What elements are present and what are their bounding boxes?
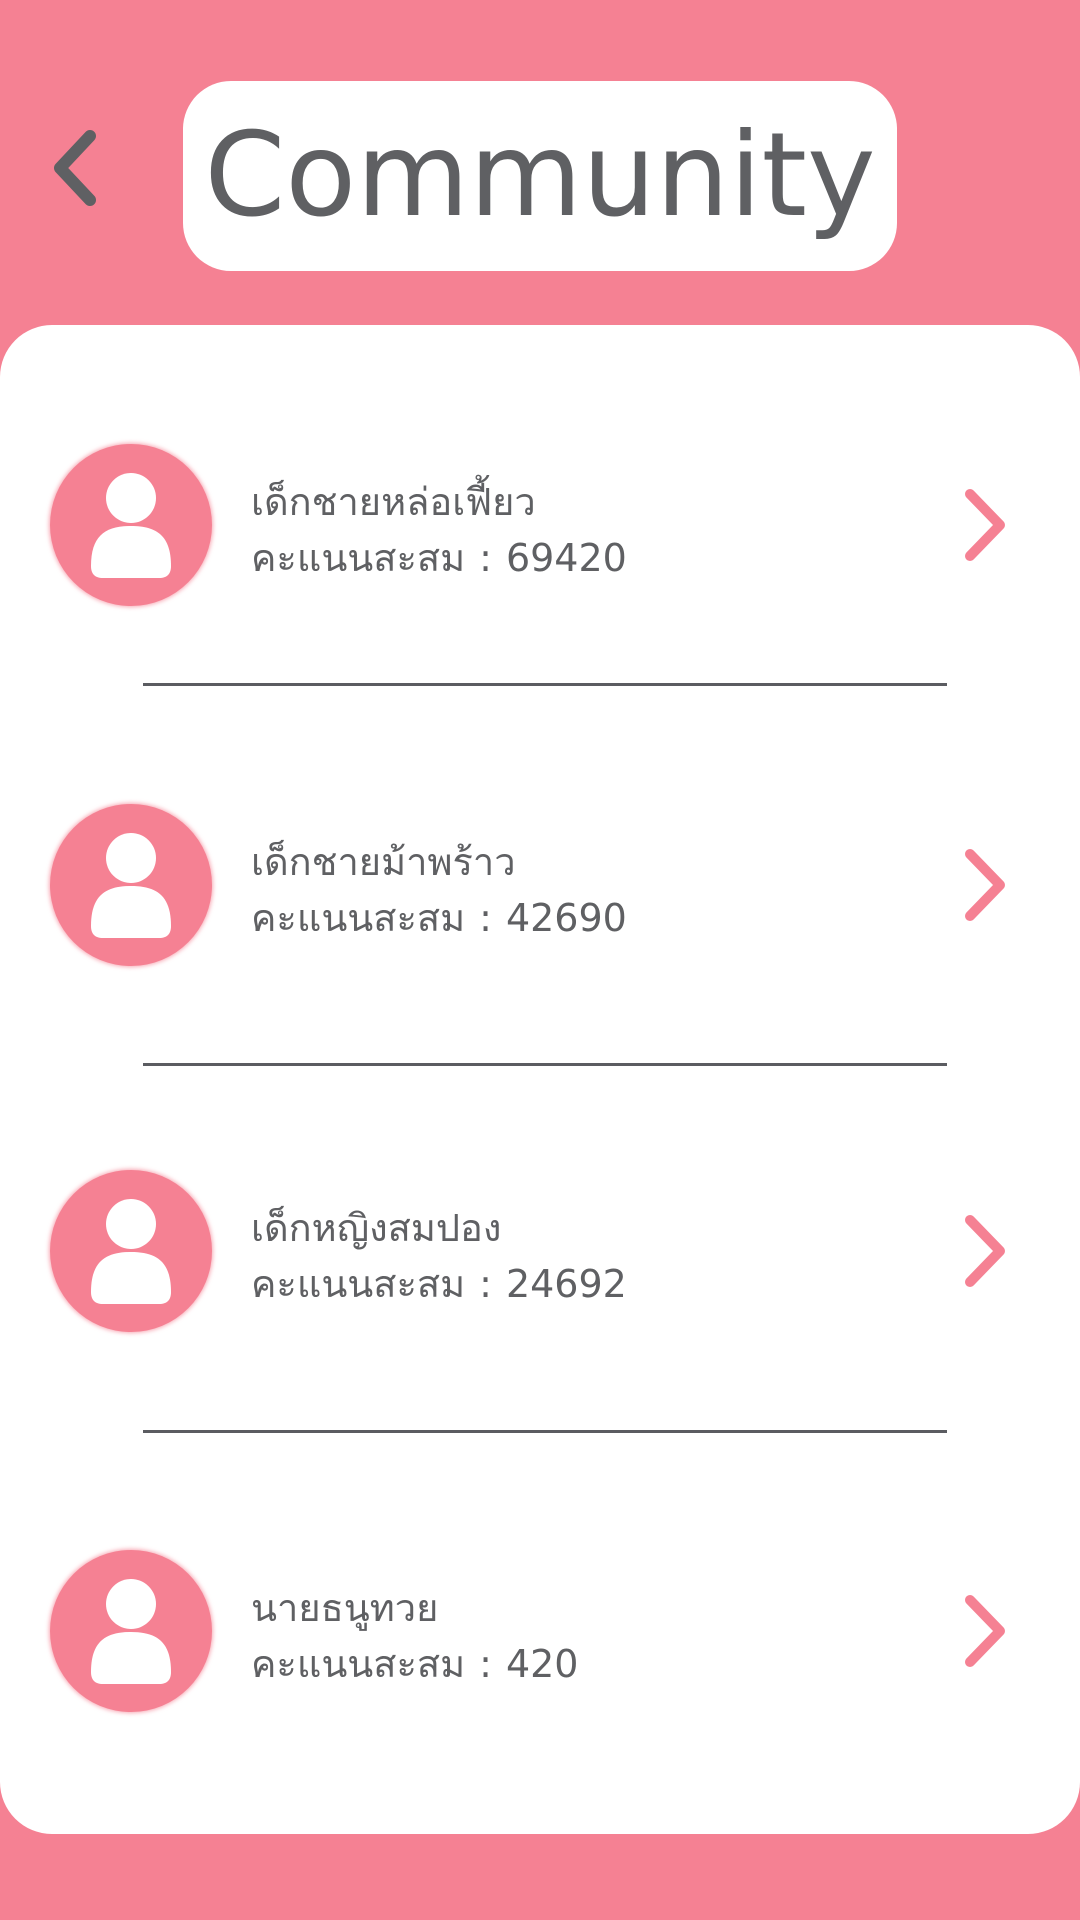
page-title: Community: [204, 108, 876, 243]
score-value: 420: [505, 1642, 579, 1686]
score-label: คะแนนสะสม: [251, 536, 466, 580]
member-info: เด็กชายม้าพร้าว คะแนนสะสม:42690: [251, 834, 901, 946]
member-row[interactable]: เด็กหญิงสมปอง คะแนนสะสม:24692: [0, 1170, 1080, 1340]
community-list-card: เด็กชายหล่อเฟี้ยว คะแนนสะสม:69420 เด็กชา…: [0, 325, 1080, 1834]
score-label: คะแนนสะสม: [251, 1262, 466, 1306]
user-avatar-icon: [50, 444, 212, 606]
score-separator: :: [479, 1262, 492, 1306]
chevron-right-icon[interactable]: [962, 1212, 1010, 1290]
member-row[interactable]: นายธนูทวย คะแนนสะสม:420: [0, 1550, 1080, 1720]
divider: [143, 1063, 947, 1066]
title-box: Community: [183, 81, 897, 271]
user-avatar-icon: [50, 1550, 212, 1712]
chevron-right-icon[interactable]: [962, 1592, 1010, 1670]
score-separator: :: [479, 536, 492, 580]
divider: [143, 683, 947, 686]
chevron-right-icon[interactable]: [962, 846, 1010, 924]
score-separator: :: [479, 1642, 492, 1686]
member-name: เด็กหญิงสมปอง: [251, 1206, 502, 1250]
divider: [143, 1430, 947, 1433]
score-value: 42690: [505, 896, 627, 940]
score-value: 69420: [505, 536, 627, 580]
member-name: เด็กชายหล่อเฟี้ยว: [251, 480, 536, 524]
chevron-right-icon[interactable]: [962, 486, 1010, 564]
user-avatar-icon: [50, 1170, 212, 1332]
score-label: คะแนนสะสม: [251, 1642, 466, 1686]
member-score-line: คะแนนสะสม:69420: [251, 530, 901, 586]
score-separator: :: [479, 896, 492, 940]
member-score-line: คะแนนสะสม:420: [251, 1636, 901, 1692]
score-value: 24692: [505, 1262, 627, 1306]
member-row[interactable]: เด็กชายหล่อเฟี้ยว คะแนนสะสม:69420: [0, 444, 1080, 614]
user-avatar-icon: [50, 804, 212, 966]
chevron-left-icon: [54, 130, 96, 206]
member-name: นายธนูทวย: [251, 1586, 439, 1630]
member-score-line: คะแนนสะสม:24692: [251, 1256, 901, 1312]
member-row[interactable]: เด็กชายม้าพร้าว คะแนนสะสม:42690: [0, 804, 1080, 974]
member-info: เด็กชายหล่อเฟี้ยว คะแนนสะสม:69420: [251, 474, 901, 586]
community-screen: { "header": { "title": "Community", "bac…: [0, 0, 1080, 1920]
member-name: เด็กชายม้าพร้าว: [251, 840, 516, 884]
back-button[interactable]: [38, 118, 110, 218]
member-info: นายธนูทวย คะแนนสะสม:420: [251, 1580, 901, 1692]
score-label: คะแนนสะสม: [251, 896, 466, 940]
member-score-line: คะแนนสะสม:42690: [251, 890, 901, 946]
member-info: เด็กหญิงสมปอง คะแนนสะสม:24692: [251, 1200, 901, 1312]
